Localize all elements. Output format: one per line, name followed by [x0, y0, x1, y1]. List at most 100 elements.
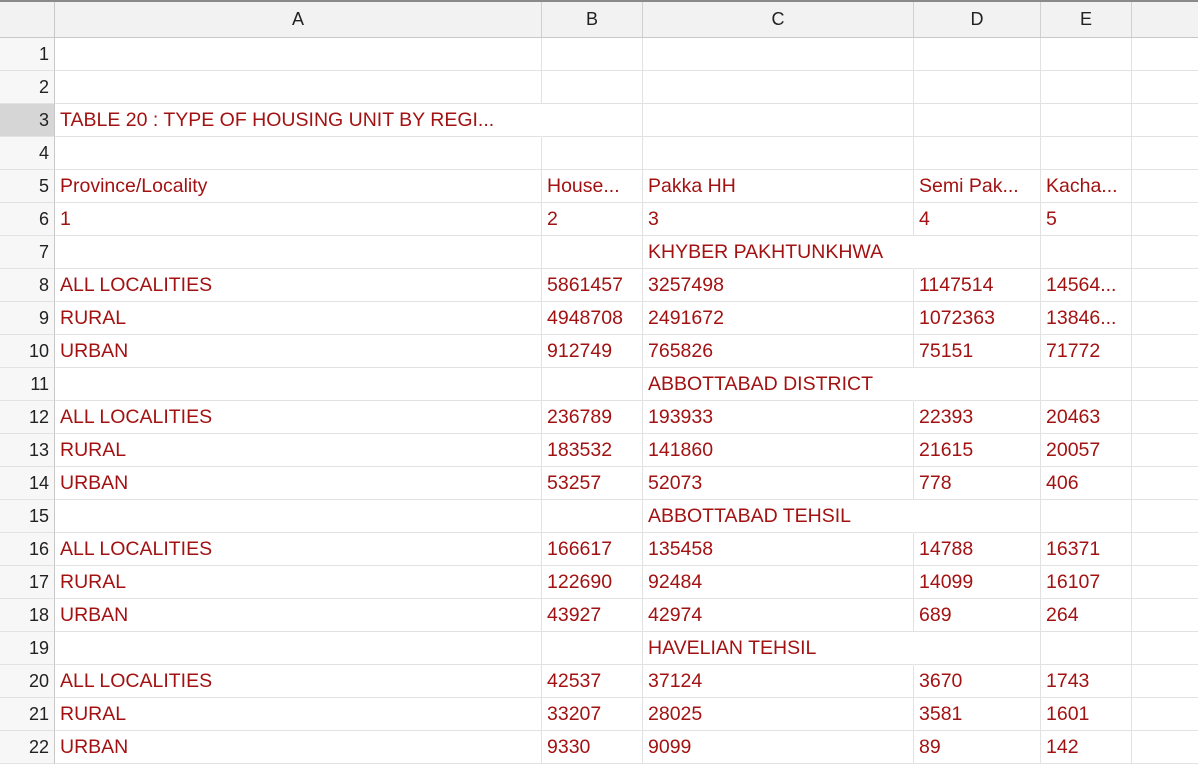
cell-d10[interactable]: 75151	[914, 335, 1041, 368]
cell-c13[interactable]: 141860	[643, 434, 914, 467]
row-header[interactable]: 17	[0, 566, 55, 599]
cell-c2[interactable]	[643, 71, 914, 104]
cell-e20[interactable]: 1743	[1041, 665, 1132, 698]
cell-c19[interactable]: HAVELIAN TEHSIL	[643, 632, 914, 665]
column-header-e[interactable]: E	[1041, 2, 1132, 38]
cell-c18[interactable]: 42974	[643, 599, 914, 632]
cell-b8[interactable]: 5861457	[542, 269, 643, 302]
cell-d13[interactable]: 21615	[914, 434, 1041, 467]
cell-a15[interactable]	[55, 500, 542, 533]
cell-e1[interactable]	[1041, 38, 1132, 71]
cell-b22[interactable]: 9330	[542, 731, 643, 764]
cell-b15[interactable]	[542, 500, 643, 533]
cell-e12[interactable]: 20463	[1041, 401, 1132, 434]
cell-e5[interactable]: Kacha...	[1041, 170, 1132, 203]
cell-b3[interactable]	[542, 104, 643, 137]
row-header[interactable]: 6	[0, 203, 55, 236]
row-header[interactable]: 10	[0, 335, 55, 368]
cell-d7[interactable]	[914, 236, 1041, 269]
cell-c15[interactable]: ABBOTTABAD TEHSIL	[643, 500, 914, 533]
cell-a12[interactable]: ALL LOCALITIES	[55, 401, 542, 434]
cell-b10[interactable]: 912749	[542, 335, 643, 368]
cell-d2[interactable]	[914, 71, 1041, 104]
cell-e19[interactable]	[1041, 632, 1132, 665]
cell-d15[interactable]	[914, 500, 1041, 533]
cell-empty[interactable]	[1132, 203, 1198, 236]
cell-b7[interactable]	[542, 236, 643, 269]
cell-c6[interactable]: 3	[643, 203, 914, 236]
cell-empty[interactable]	[1132, 566, 1198, 599]
cell-e10[interactable]: 71772	[1041, 335, 1132, 368]
cell-b6[interactable]: 2	[542, 203, 643, 236]
cell-e13[interactable]: 20057	[1041, 434, 1132, 467]
cell-c12[interactable]: 193933	[643, 401, 914, 434]
cell-e9[interactable]: 13846...	[1041, 302, 1132, 335]
row-header[interactable]: 3	[0, 104, 55, 137]
cell-c16[interactable]: 135458	[643, 533, 914, 566]
cell-e6[interactable]: 5	[1041, 203, 1132, 236]
row-header[interactable]: 13	[0, 434, 55, 467]
cell-c5[interactable]: Pakka HH	[643, 170, 914, 203]
cell-empty[interactable]	[1132, 467, 1198, 500]
cell-empty[interactable]	[1132, 71, 1198, 104]
row-header[interactable]: 21	[0, 698, 55, 731]
cell-d19[interactable]	[914, 632, 1041, 665]
cell-e8[interactable]: 14564...	[1041, 269, 1132, 302]
cell-empty[interactable]	[1132, 368, 1198, 401]
cell-a17[interactable]: RURAL	[55, 566, 542, 599]
cell-d9[interactable]: 1072363	[914, 302, 1041, 335]
cell-e4[interactable]	[1041, 137, 1132, 170]
cell-c3[interactable]	[643, 104, 914, 137]
row-header[interactable]: 5	[0, 170, 55, 203]
cell-e3[interactable]	[1041, 104, 1132, 137]
cell-d6[interactable]: 4	[914, 203, 1041, 236]
cell-b4[interactable]	[542, 137, 643, 170]
cell-e11[interactable]	[1041, 368, 1132, 401]
cell-e21[interactable]: 1601	[1041, 698, 1132, 731]
cell-d8[interactable]: 1147514	[914, 269, 1041, 302]
cell-d4[interactable]	[914, 137, 1041, 170]
cell-b9[interactable]: 4948708	[542, 302, 643, 335]
row-header[interactable]: 8	[0, 269, 55, 302]
row-header[interactable]: 18	[0, 599, 55, 632]
cell-d21[interactable]: 3581	[914, 698, 1041, 731]
cell-d3[interactable]	[914, 104, 1041, 137]
cell-b21[interactable]: 33207	[542, 698, 643, 731]
row-header[interactable]: 19	[0, 632, 55, 665]
cell-a4[interactable]	[55, 137, 542, 170]
cell-d14[interactable]: 778	[914, 467, 1041, 500]
column-header-a[interactable]: A	[55, 2, 542, 38]
cell-a19[interactable]	[55, 632, 542, 665]
cell-b20[interactable]: 42537	[542, 665, 643, 698]
cell-a20[interactable]: ALL LOCALITIES	[55, 665, 542, 698]
cell-c20[interactable]: 37124	[643, 665, 914, 698]
cell-empty[interactable]	[1132, 236, 1198, 269]
row-header[interactable]: 11	[0, 368, 55, 401]
cell-b5[interactable]: House...	[542, 170, 643, 203]
row-header[interactable]: 9	[0, 302, 55, 335]
row-header[interactable]: 16	[0, 533, 55, 566]
cell-empty[interactable]	[1132, 170, 1198, 203]
row-header[interactable]: 20	[0, 665, 55, 698]
cell-c1[interactable]	[643, 38, 914, 71]
cell-d12[interactable]: 22393	[914, 401, 1041, 434]
cell-e2[interactable]	[1041, 71, 1132, 104]
row-header[interactable]: 14	[0, 467, 55, 500]
cell-b11[interactable]	[542, 368, 643, 401]
cell-c8[interactable]: 3257498	[643, 269, 914, 302]
cell-empty[interactable]	[1132, 434, 1198, 467]
cell-a14[interactable]: URBAN	[55, 467, 542, 500]
cell-b13[interactable]: 183532	[542, 434, 643, 467]
cell-empty[interactable]	[1132, 500, 1198, 533]
cell-d17[interactable]: 14099	[914, 566, 1041, 599]
cell-empty[interactable]	[1132, 137, 1198, 170]
cell-empty[interactable]	[1132, 632, 1198, 665]
cell-empty[interactable]	[1132, 335, 1198, 368]
cell-a10[interactable]: URBAN	[55, 335, 542, 368]
cell-empty[interactable]	[1132, 599, 1198, 632]
row-header[interactable]: 7	[0, 236, 55, 269]
cell-e16[interactable]: 16371	[1041, 533, 1132, 566]
cell-c11[interactable]: ABBOTTABAD DISTRICT	[643, 368, 914, 401]
row-header[interactable]: 2	[0, 71, 55, 104]
cell-a16[interactable]: ALL LOCALITIES	[55, 533, 542, 566]
